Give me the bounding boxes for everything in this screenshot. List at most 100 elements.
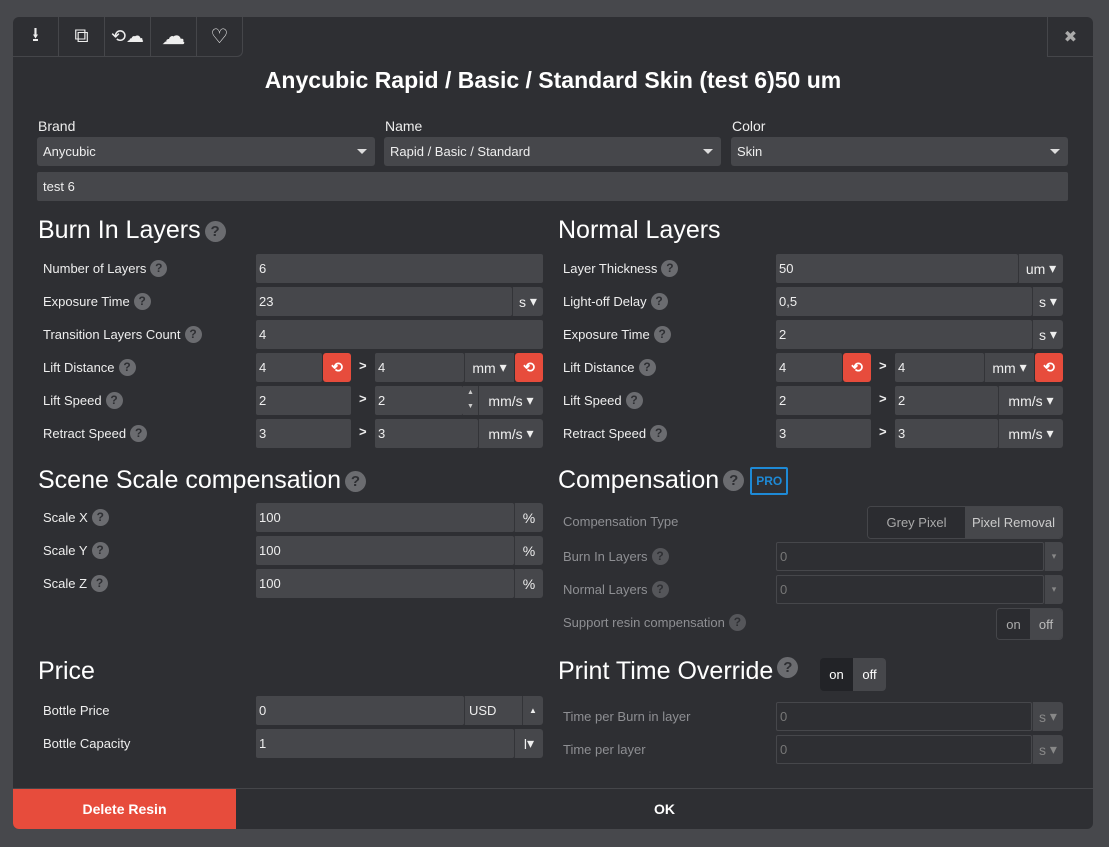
help-icon[interactable]: ? [130, 425, 148, 442]
help-icon[interactable]: ? [204, 220, 226, 242]
burn-lift-distance-input-1[interactable]: 4 [256, 353, 322, 382]
chevron-down-icon [703, 149, 713, 154]
help-icon[interactable]: ? [651, 581, 669, 598]
support-comp-toggle[interactable]: on off [996, 608, 1063, 640]
label-text: Burn In Layers [563, 549, 648, 564]
help-icon[interactable]: ? [105, 392, 123, 409]
help-icon[interactable]: ? [184, 326, 202, 343]
scale-z-label: Scale Z? [43, 569, 109, 598]
help-icon[interactable]: ? [150, 260, 168, 277]
burn-lift-speed-input-2[interactable]: 2 [375, 386, 463, 415]
toggle-off[interactable]: off [1030, 609, 1062, 639]
override-toggle[interactable]: on off [820, 658, 886, 691]
toggle-on[interactable]: on [997, 609, 1030, 639]
heart-icon: ♡ [210, 26, 229, 48]
toggle-off[interactable]: off [853, 658, 886, 691]
normal-retract-input-1[interactable]: 3 [776, 419, 871, 448]
brand-select[interactable]: Anycubic [37, 137, 375, 166]
cloud-sync-button[interactable]: ⟲☁ [105, 17, 151, 57]
bottle-capacity-input[interactable]: 1 [256, 729, 514, 758]
burn-layers-input[interactable]: 6 [256, 254, 543, 283]
burn-exposure-input[interactable]: 23 [256, 287, 512, 316]
copy-button[interactable]: ⧉ [59, 17, 105, 57]
lightoff-input[interactable]: 0,5 [776, 287, 1032, 316]
scale-x-input[interactable]: 100 [256, 503, 514, 532]
custom-name-input[interactable]: test 6 [37, 172, 1068, 201]
help-icon[interactable]: ? [91, 509, 109, 526]
ok-button[interactable]: OK [236, 789, 1093, 829]
time-burn-unit[interactable]: s ▾ [1032, 702, 1063, 731]
color-select[interactable]: Skin [731, 137, 1068, 166]
chevron-up-icon[interactable]: ▲ [522, 696, 543, 725]
help-icon[interactable]: ? [91, 542, 109, 559]
burn-exposure-unit[interactable]: s ▾ [512, 287, 543, 316]
help-icon[interactable]: ? [728, 614, 746, 631]
help-icon[interactable]: ? [723, 470, 745, 491]
normal-lift-distance-input-2[interactable]: 4 [895, 353, 984, 382]
help-icon[interactable]: ? [118, 359, 136, 376]
help-icon[interactable]: ? [91, 575, 109, 592]
help-icon[interactable]: ? [638, 359, 656, 376]
dialog-title: Anycubic Rapid / Basic / Standard Skin (… [264, 67, 842, 93]
time-layer-unit[interactable]: s ▾ [1032, 735, 1063, 764]
chevron-down-icon[interactable]: ▾ [1044, 575, 1063, 604]
burn-transition-input[interactable]: 4 [256, 320, 543, 349]
scale-y-input[interactable]: 100 [256, 536, 514, 565]
capacity-unit[interactable]: l ▾ [514, 729, 543, 758]
download-button[interactable]: ⭳ [13, 17, 59, 57]
help-icon[interactable]: ? [344, 470, 366, 492]
thickness-input[interactable]: 50 [776, 254, 1018, 283]
burn-lift-speed-unit[interactable]: mm/s ▾ [478, 386, 543, 415]
burn-lift-speed-input-1[interactable]: 2 [256, 386, 351, 415]
dialog-footer: Delete Resin OK [13, 788, 1093, 829]
normal-exposure-unit[interactable]: s ▾ [1032, 320, 1063, 349]
cloud-button[interactable]: ☁ [151, 17, 197, 57]
help-icon[interactable]: ? [650, 425, 668, 442]
burn-retract-unit[interactable]: mm/s ▾ [478, 419, 543, 448]
delete-resin-button[interactable]: Delete Resin [13, 789, 236, 829]
currency-select[interactable]: USD [464, 696, 522, 725]
reset-button[interactable]: ⟲ [515, 353, 543, 382]
lightoff-unit[interactable]: s ▾ [1032, 287, 1063, 316]
normal-lift-speed-input-2[interactable]: 2 [895, 386, 998, 415]
normal-exposure-input[interactable]: 2 [776, 320, 1032, 349]
scale-z-input[interactable]: 100 [256, 569, 514, 598]
normal-retract-unit[interactable]: mm/s ▾ [998, 419, 1063, 448]
pixel-removal-option[interactable]: Pixel Removal [965, 507, 1062, 538]
help-icon[interactable]: ? [625, 392, 643, 409]
burn-retract-input-2[interactable]: 3 [375, 419, 478, 448]
toggle-on[interactable]: on [820, 658, 853, 691]
unit-text: s [1039, 708, 1047, 725]
thickness-unit[interactable]: um ▾ [1018, 254, 1063, 283]
comp-burn-input[interactable]: 0 [776, 542, 1044, 571]
label-text: Light-off Delay [563, 294, 647, 309]
number-spinner[interactable]: ▲ ▼ [463, 386, 478, 415]
chevron-down-icon[interactable]: ▾ [1044, 542, 1063, 571]
help-icon[interactable]: ? [661, 260, 679, 277]
favorite-button[interactable]: ♡ [197, 17, 243, 57]
reset-button[interactable]: ⟲ [1035, 353, 1063, 382]
time-layer-input[interactable]: 0 [776, 735, 1032, 764]
override-heading: Print Time Override? [558, 657, 799, 686]
help-icon[interactable]: ? [650, 293, 668, 310]
close-button[interactable]: ✖ [1047, 17, 1093, 57]
time-burn-input[interactable]: 0 [776, 702, 1032, 731]
grey-pixel-option[interactable]: Grey Pixel [868, 507, 965, 538]
burn-retract-input-1[interactable]: 3 [256, 419, 351, 448]
bottle-price-input[interactable]: 0 [256, 696, 464, 725]
reset-button[interactable]: ⟲ [843, 353, 871, 382]
comp-normal-input[interactable]: 0 [776, 575, 1044, 604]
help-icon[interactable]: ? [653, 326, 671, 343]
help-icon[interactable]: ? [133, 293, 151, 310]
normal-retract-input-2[interactable]: 3 [895, 419, 998, 448]
burn-lift-distance-input-2[interactable]: 4 [375, 353, 464, 382]
help-icon[interactable]: ? [651, 548, 669, 565]
normal-lift-speed-input-1[interactable]: 2 [776, 386, 871, 415]
normal-lift-distance-unit[interactable]: mm ▾ [984, 353, 1034, 382]
normal-lift-speed-unit[interactable]: mm/s ▾ [998, 386, 1063, 415]
help-icon[interactable]: ? [777, 657, 799, 678]
reset-button[interactable]: ⟲ [323, 353, 351, 382]
normal-lift-distance-input-1[interactable]: 4 [776, 353, 842, 382]
name-select[interactable]: Rapid / Basic / Standard [384, 137, 721, 166]
burn-lift-distance-unit[interactable]: mm ▾ [464, 353, 514, 382]
